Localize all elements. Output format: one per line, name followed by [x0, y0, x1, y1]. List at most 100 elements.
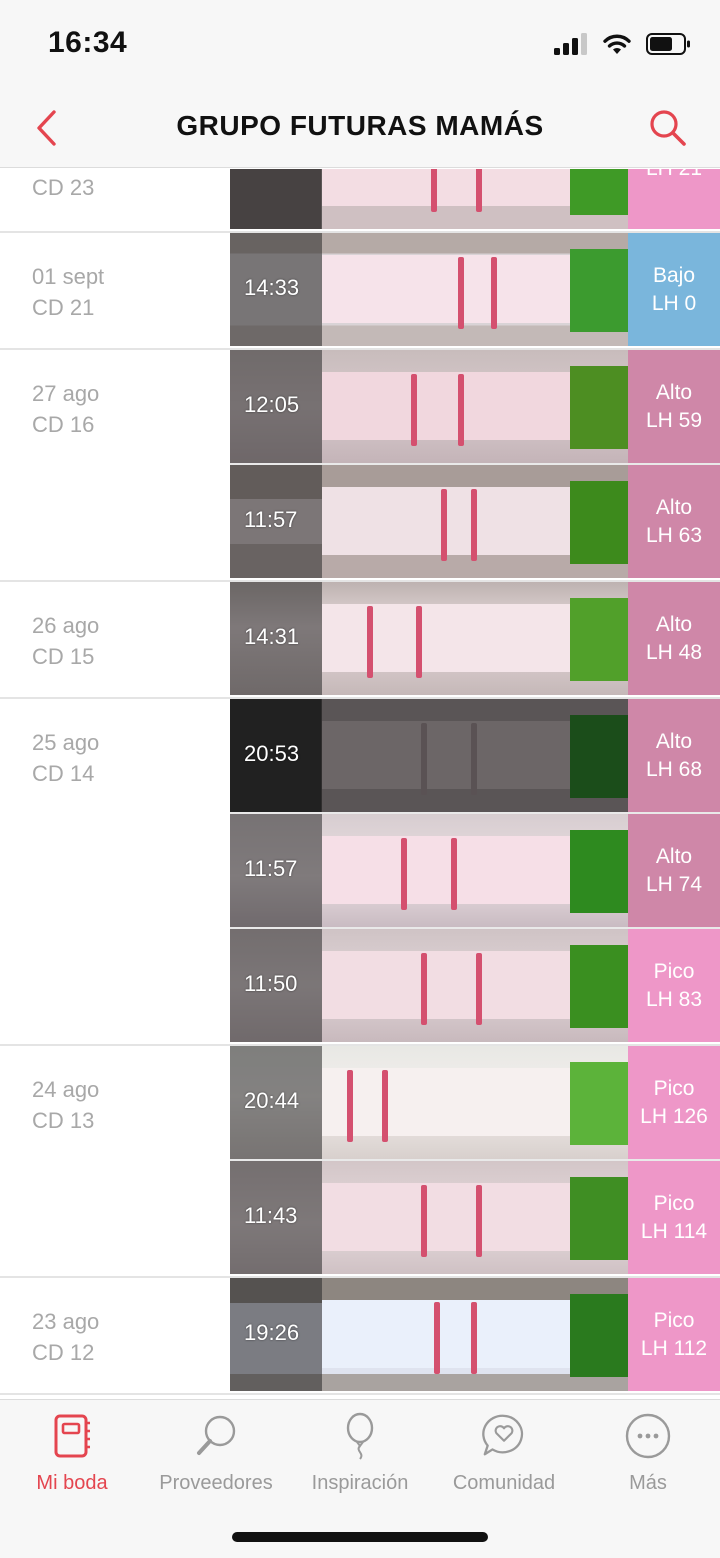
test-history-scroll: CD 23 LH 21 01 sept CD 21 14:33 Bajo LH 0 27 ag… — [0, 169, 720, 1395]
test-strip-photo: 20:53 — [230, 699, 628, 812]
test-history-list[interactable]: CD 23 LH 21 01 sept CD 21 14:33 Bajo LH 0 27 ag… — [0, 169, 720, 1399]
tab-mas[interactable]: Más — [576, 1412, 720, 1502]
test-entry[interactable]: 19:26 Pico LH 112 — [230, 1278, 720, 1393]
lh-value: LH 74 — [645, 872, 703, 896]
lh-value: LH 112 — [640, 1336, 708, 1360]
lh-result-badge: Pico LH 126 — [628, 1046, 720, 1159]
battery-icon — [646, 33, 690, 55]
date-label: 24 ago CD 13 — [32, 1074, 99, 1136]
search-button[interactable] — [644, 104, 692, 152]
test-strip-photo: 11:50 — [230, 929, 628, 1042]
date-label: 01 sept CD 21 — [32, 261, 104, 323]
test-time: 20:44 — [244, 1088, 300, 1113]
cycle-day-text: CD 16 — [32, 412, 95, 437]
test-entries: 14:33 Bajo LH 0 — [230, 233, 720, 348]
cycle-day-text: CD 21 — [32, 295, 95, 320]
date-label: 27 ago CD 16 — [32, 378, 99, 440]
lh-result-badge: Alto LH 63 — [628, 465, 720, 578]
test-time: 11:57 — [244, 856, 298, 881]
history-day-group: 27 ago CD 16 12:05 Alto LH 59 11:57 Alto LH 63 — [0, 350, 720, 582]
test-strip-photo: 20:44 — [230, 1046, 628, 1159]
date-label: 26 ago CD 15 — [32, 610, 99, 672]
test-time: 14:31 — [244, 624, 300, 649]
lh-result-badge: Alto LH 59 — [628, 350, 720, 463]
test-strip-photo — [230, 169, 628, 229]
tab-label: Mi boda — [36, 1472, 108, 1494]
date-column: 25 ago CD 14 — [0, 699, 230, 1044]
lh-level: Pico — [653, 959, 695, 983]
test-time: 11:57 — [244, 507, 298, 532]
magnifier-icon — [192, 1412, 240, 1460]
history-day-group: 25 ago CD 14 20:53 Alto LH 68 11:57 Alto LH 74 1… — [0, 699, 720, 1046]
lh-level: Alto — [655, 380, 693, 404]
search-icon — [650, 110, 686, 146]
date-column: 01 sept CD 21 — [0, 233, 230, 348]
date-text: 24 ago — [32, 1077, 100, 1102]
tab-mi-boda[interactable]: Mi boda — [0, 1412, 144, 1502]
history-day-group: 23 ago CD 12 19:26 Pico LH 112 — [0, 1278, 720, 1395]
test-entries: 20:44 Pico LH 126 11:43 Pico LH 114 — [230, 1046, 720, 1276]
date-text: 25 ago — [32, 730, 100, 755]
test-strip-photo: 12:05 — [230, 350, 628, 463]
test-strip-photo: 19:26 — [230, 1278, 628, 1391]
test-time: 11:43 — [244, 1203, 298, 1228]
test-strip-photo: 11:57 — [230, 814, 628, 927]
test-entry[interactable]: 11:43 Pico LH 114 — [230, 1161, 720, 1276]
test-entries: 20:53 Alto LH 68 11:57 Alto LH 74 11:50 Pico LH … — [230, 699, 720, 1044]
tab-label: Inspiración — [311, 1472, 409, 1494]
lh-value: LH 48 — [645, 640, 703, 664]
lh-result-badge: Bajo LH 0 — [628, 233, 720, 346]
home-indicator — [232, 1532, 488, 1542]
date-text: 23 ago — [32, 1309, 100, 1334]
status-bar: 16:34 — [0, 0, 720, 88]
cycle-day-text: CD 12 — [32, 1340, 95, 1365]
lh-result-badge: Alto LH 74 — [628, 814, 720, 927]
test-entries: 19:26 Pico LH 112 — [230, 1278, 720, 1393]
tab-label: Comunidad — [452, 1472, 556, 1494]
test-time: 12:05 — [244, 392, 300, 417]
date-text: 01 sept — [32, 264, 105, 289]
date-column: CD 23 — [0, 169, 230, 231]
test-entry[interactable]: 20:44 Pico LH 126 — [230, 1046, 720, 1161]
lh-result-badge: Pico LH 114 — [628, 1161, 720, 1274]
test-entry[interactable]: 11:57 Alto LH 63 — [230, 465, 720, 580]
lh-level: Pico — [653, 1191, 695, 1215]
date-text: 27 ago — [32, 381, 100, 406]
tab-inspiracion[interactable]: Inspiración — [288, 1412, 432, 1502]
test-entry[interactable]: LH 21 — [230, 169, 720, 231]
date-label: CD 23 — [32, 172, 94, 203]
test-entry[interactable]: 20:53 Alto LH 68 — [230, 699, 720, 814]
date-label: 23 ago CD 12 — [32, 1306, 99, 1368]
cycle-day-text: CD 14 — [32, 761, 95, 786]
lh-value: LH 83 — [645, 987, 703, 1011]
lh-value: LH 68 — [645, 757, 703, 781]
tab-comunidad[interactable]: Comunidad — [432, 1412, 576, 1502]
tab-proveedores[interactable]: Proveedores — [144, 1412, 288, 1502]
date-label: 25 ago CD 14 — [32, 727, 99, 789]
wifi-icon — [603, 34, 631, 54]
test-strip-photo: 11:43 — [230, 1161, 628, 1274]
lh-level: Alto — [655, 844, 693, 868]
lh-value: LH 63 — [645, 523, 703, 547]
date-column: 23 ago CD 12 — [0, 1278, 230, 1393]
test-time: 11:50 — [244, 971, 298, 996]
more-icon — [624, 1412, 672, 1460]
history-day-group: 26 ago CD 15 14:31 Alto LH 48 — [0, 582, 720, 699]
test-entry[interactable]: 11:50 Pico LH 83 — [230, 929, 720, 1044]
lh-result-badge: Alto LH 48 — [628, 582, 720, 695]
lh-value: LH 0 — [651, 291, 697, 315]
history-day-group: CD 23 LH 21 — [0, 169, 720, 233]
test-entry[interactable]: 12:05 Alto LH 59 — [230, 350, 720, 465]
lh-level: Pico — [653, 1308, 695, 1332]
history-day-group: 24 ago CD 13 20:44 Pico LH 126 11:43 Pico LH 11… — [0, 1046, 720, 1278]
test-entry[interactable]: 14:31 Alto LH 48 — [230, 582, 720, 697]
test-entry[interactable]: 11:57 Alto LH 74 — [230, 814, 720, 929]
tab-label: Más — [629, 1472, 667, 1494]
lh-value: LH 114 — [640, 1219, 708, 1243]
test-entries: LH 21 — [230, 169, 720, 231]
test-entry[interactable]: 14:33 Bajo LH 0 — [230, 233, 720, 348]
lh-result-badge: Alto LH 68 — [628, 699, 720, 812]
date-column: 24 ago CD 13 — [0, 1046, 230, 1276]
tab-label: Proveedores — [159, 1472, 273, 1494]
date-column: 27 ago CD 16 — [0, 350, 230, 580]
